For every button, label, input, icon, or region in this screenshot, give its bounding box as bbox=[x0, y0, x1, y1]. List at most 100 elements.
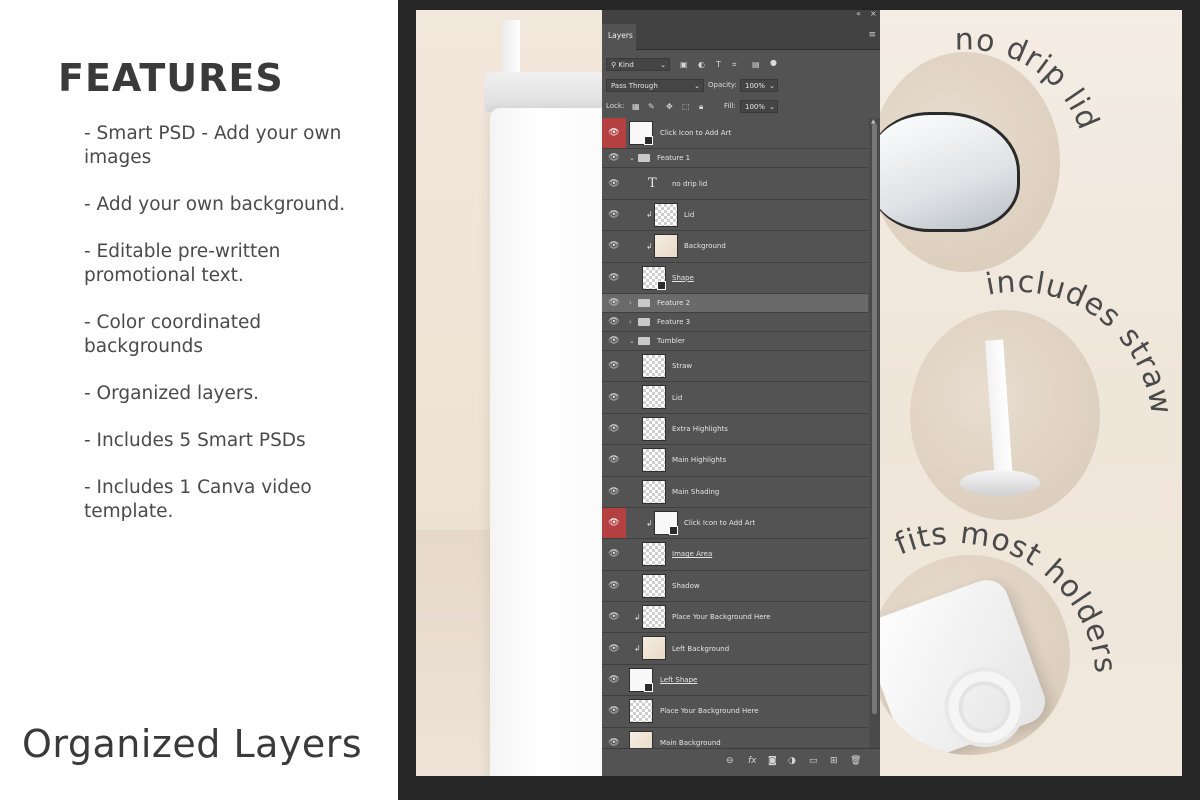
eye-icon[interactable]: 👁︎ bbox=[602, 200, 626, 230]
lock-row: Lock: ▦ ✎ ✥ ⬚ 🔒︎ Fill: 100% ⌄ bbox=[602, 96, 880, 117]
eye-icon[interactable]: 👁︎ bbox=[602, 294, 626, 312]
eye-icon[interactable]: 👁︎ bbox=[602, 168, 626, 198]
eye-icon[interactable]: 👁︎ bbox=[602, 231, 626, 261]
blend-row: Pass Through ⌄ Opacity: 100% ⌄ bbox=[602, 75, 880, 96]
adjustment-layer-icon[interactable]: ◑ bbox=[788, 756, 796, 766]
layer-group-row[interactable]: 👁︎ › Feature 2 bbox=[602, 293, 868, 313]
type-filter-icon[interactable]: T bbox=[716, 58, 721, 71]
layer-row[interactable]: 👁︎ Left Shape bbox=[602, 664, 868, 697]
collapse-icon[interactable]: « bbox=[856, 9, 861, 18]
layer-row[interactable]: 👁︎ Shape bbox=[602, 262, 868, 294]
chevron-right-icon[interactable]: › bbox=[629, 294, 632, 312]
chevron-down-icon[interactable]: ⌄ bbox=[629, 332, 635, 350]
eye-icon[interactable]: 👁︎ bbox=[602, 445, 626, 475]
chevron-down-icon[interactable]: ⌄ bbox=[629, 149, 635, 167]
eye-icon[interactable]: 👁︎ bbox=[602, 332, 626, 350]
clipping-mask-icon: ↲ bbox=[634, 612, 641, 622]
pixel-filter-icon[interactable]: ▣ bbox=[680, 58, 688, 71]
layer-row[interactable]: 👁︎ Main Highlights bbox=[602, 445, 868, 477]
layer-row[interactable]: 👁︎ Image Area bbox=[602, 539, 868, 571]
eye-icon[interactable]: 👁︎ bbox=[602, 665, 626, 695]
layer-thumbnail bbox=[642, 385, 666, 410]
lock-transparent-icon[interactable]: ▦ bbox=[632, 100, 640, 113]
eye-icon[interactable]: 👁︎ bbox=[602, 263, 626, 293]
layer-name: Left Background bbox=[672, 644, 730, 653]
feature-item: - Color coordinated backgrounds bbox=[84, 312, 262, 357]
lock-artboard-icon[interactable]: ⬚ bbox=[682, 100, 690, 113]
adjustment-filter-icon[interactable]: ◐ bbox=[698, 58, 705, 71]
folder-icon bbox=[638, 154, 650, 163]
fill-input[interactable]: 100% ⌄ bbox=[740, 100, 778, 113]
layer-row[interactable]: 👁︎ T no drip lid bbox=[602, 168, 868, 200]
eye-icon[interactable]: 👁︎ bbox=[602, 477, 626, 507]
feature-list: - Smart PSD - Add your own images - Add … bbox=[84, 122, 394, 547]
layer-row[interactable]: 👁︎ Extra Highlights bbox=[602, 413, 868, 446]
tab-layers[interactable]: Layers bbox=[602, 24, 636, 50]
lock-position-icon[interactable]: ✥ bbox=[666, 100, 673, 113]
chevron-down-icon: ⌄ bbox=[660, 61, 666, 69]
tumbler-image bbox=[490, 108, 602, 776]
chevron-right-icon[interactable]: › bbox=[629, 313, 632, 331]
layer-row[interactable]: 👁︎ Lid bbox=[602, 382, 868, 414]
layer-row[interactable]: 👁︎ Shadow bbox=[602, 570, 868, 603]
clipping-mask-icon: ↲ bbox=[646, 241, 653, 251]
eye-icon[interactable]: 👁︎ bbox=[602, 351, 626, 381]
link-layers-icon[interactable]: ⊖ bbox=[726, 756, 734, 766]
layer-row[interactable]: 👁︎ ↲ Click Icon to Add Art bbox=[602, 507, 868, 540]
tumbler-mockup-photo bbox=[416, 10, 602, 776]
layers-panel: « × Layers ≡ ⚲ Kind ⌄ ▣ ◐ T ⌗ ▤ ● Pass T… bbox=[602, 9, 880, 776]
tumbler-lid-image bbox=[484, 72, 602, 112]
eye-icon[interactable]: 👁︎ bbox=[602, 539, 626, 569]
eye-icon[interactable]: 👁︎ bbox=[602, 633, 626, 663]
layer-thumbnail bbox=[654, 234, 678, 259]
close-icon[interactable]: × bbox=[870, 9, 877, 18]
feature-item: - Add your own background. bbox=[84, 194, 346, 215]
layer-thumbnail bbox=[642, 605, 666, 630]
layer-row[interactable]: 👁︎ Click Icon to Add Art bbox=[602, 118, 868, 150]
layer-name: no drip lid bbox=[672, 179, 708, 188]
new-group-icon[interactable]: ▭ bbox=[809, 756, 818, 766]
eye-icon[interactable]: 👁︎ bbox=[602, 313, 626, 331]
feature-item: - Organized layers. bbox=[84, 383, 259, 404]
layer-row[interactable]: 👁︎ ↲ Background bbox=[602, 231, 868, 263]
layer-mask-icon[interactable]: ◙ bbox=[768, 756, 777, 766]
fx-icon[interactable]: fx bbox=[748, 756, 757, 766]
layer-row[interactable]: 👁︎ Straw bbox=[602, 350, 868, 383]
eye-icon[interactable]: 👁︎ bbox=[602, 149, 626, 167]
lock-pixels-icon[interactable]: ✎ bbox=[648, 100, 655, 113]
trash-icon[interactable]: 🗑︎ bbox=[850, 756, 861, 766]
eye-icon[interactable]: 👁︎ bbox=[602, 414, 626, 444]
smart-object-icon bbox=[669, 525, 678, 535]
fill-label: Fill: bbox=[724, 102, 736, 110]
blend-mode-select[interactable]: Pass Through ⌄ bbox=[606, 79, 704, 92]
layer-group-row[interactable]: 👁︎ ⌄ Feature 1 bbox=[602, 149, 868, 169]
eye-icon[interactable]: 👁︎ bbox=[602, 571, 626, 601]
eye-icon[interactable]: 👁︎ bbox=[602, 382, 626, 412]
filter-toggle-icon[interactable]: ● bbox=[770, 56, 777, 69]
eye-icon[interactable]: 👁︎ bbox=[602, 696, 626, 726]
new-layer-icon[interactable]: ⊞ bbox=[830, 756, 838, 766]
layer-row[interactable]: 👁︎ ↲ Left Background bbox=[602, 633, 868, 665]
layer-group-row[interactable]: 👁︎ › Feature 3 bbox=[602, 312, 868, 332]
layer-row[interactable]: 👁︎ ↲ Lid bbox=[602, 199, 868, 232]
layer-group-row[interactable]: 👁︎ ⌄ Tumbler bbox=[602, 331, 868, 351]
eye-icon[interactable]: 👁︎ bbox=[602, 602, 626, 632]
layer-name: Place Your Background Here bbox=[660, 707, 759, 716]
layer-row[interactable]: 👁︎ Main Shading bbox=[602, 476, 868, 508]
shape-filter-icon[interactable]: ⌗ bbox=[732, 58, 737, 71]
opacity-input[interactable]: 100% ⌄ bbox=[740, 79, 778, 92]
smart-object-icon bbox=[644, 136, 653, 145]
label-no-drip-lid: no drip lid bbox=[954, 22, 1105, 135]
layer-row[interactable]: 👁︎ ↲ Place Your Background Here bbox=[602, 602, 868, 634]
layer-row[interactable]: 👁︎ Place Your Background Here bbox=[602, 696, 868, 728]
smart-object-filter-icon[interactable]: ▤ bbox=[752, 58, 760, 71]
layer-name: Shadow bbox=[672, 581, 700, 590]
eye-icon[interactable]: 👁︎ bbox=[602, 118, 626, 149]
lock-all-icon[interactable]: 🔒︎ bbox=[699, 100, 703, 113]
eye-icon[interactable]: 👁︎ bbox=[602, 507, 626, 539]
panel-menu-icon[interactable]: ≡ bbox=[868, 30, 876, 40]
scrollbar-thumb[interactable] bbox=[872, 124, 877, 714]
filter-kind-select[interactable]: ⚲ Kind ⌄ bbox=[606, 58, 670, 71]
layers-scrollbar[interactable]: ▲ ▼ bbox=[869, 118, 880, 758]
filter-row: ⚲ Kind ⌄ ▣ ◐ T ⌗ ▤ ● bbox=[602, 54, 880, 75]
